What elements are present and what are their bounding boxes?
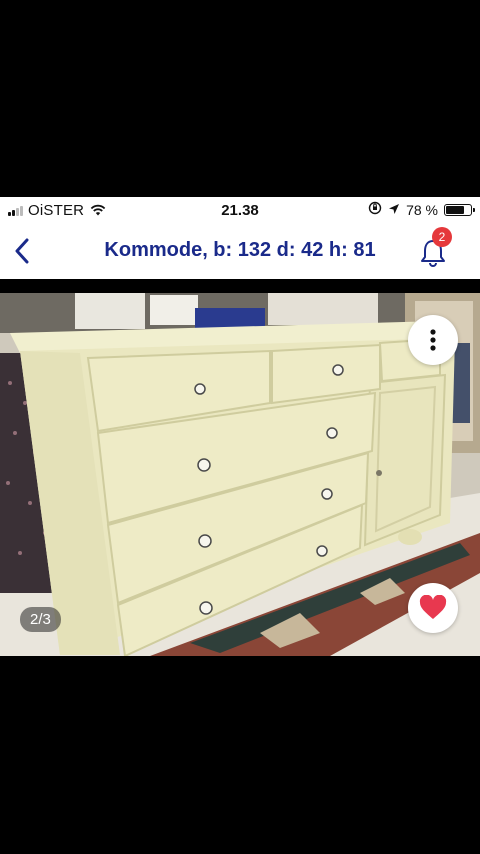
notifications-button[interactable]: 2 (418, 227, 452, 269)
navigation-bar: Kommode, b: 132 d: 42 h: 81 2 (0, 223, 480, 279)
favorite-button[interactable] (408, 583, 458, 633)
page-title: Kommode, b: 132 d: 42 h: 81 (104, 239, 376, 261)
battery-icon (444, 203, 475, 216)
battery-percent: 78 % (406, 201, 438, 218)
orientation-lock-icon (368, 201, 382, 218)
screen: OiSTER 21.38 78 % Kommode, b: 132 d: 42 … (0, 0, 480, 854)
heart-icon (419, 595, 447, 619)
vertical-ellipsis-icon (430, 329, 436, 351)
notification-badge: 2 (432, 227, 452, 247)
location-arrow-icon (388, 202, 400, 218)
more-options-button[interactable] (408, 315, 458, 365)
status-right: 78 % (368, 201, 475, 218)
status-bar: OiSTER 21.38 78 % (0, 197, 480, 223)
listing-photo[interactable]: 2/3 (0, 293, 480, 656)
photo-page-counter: 2/3 (20, 607, 61, 632)
